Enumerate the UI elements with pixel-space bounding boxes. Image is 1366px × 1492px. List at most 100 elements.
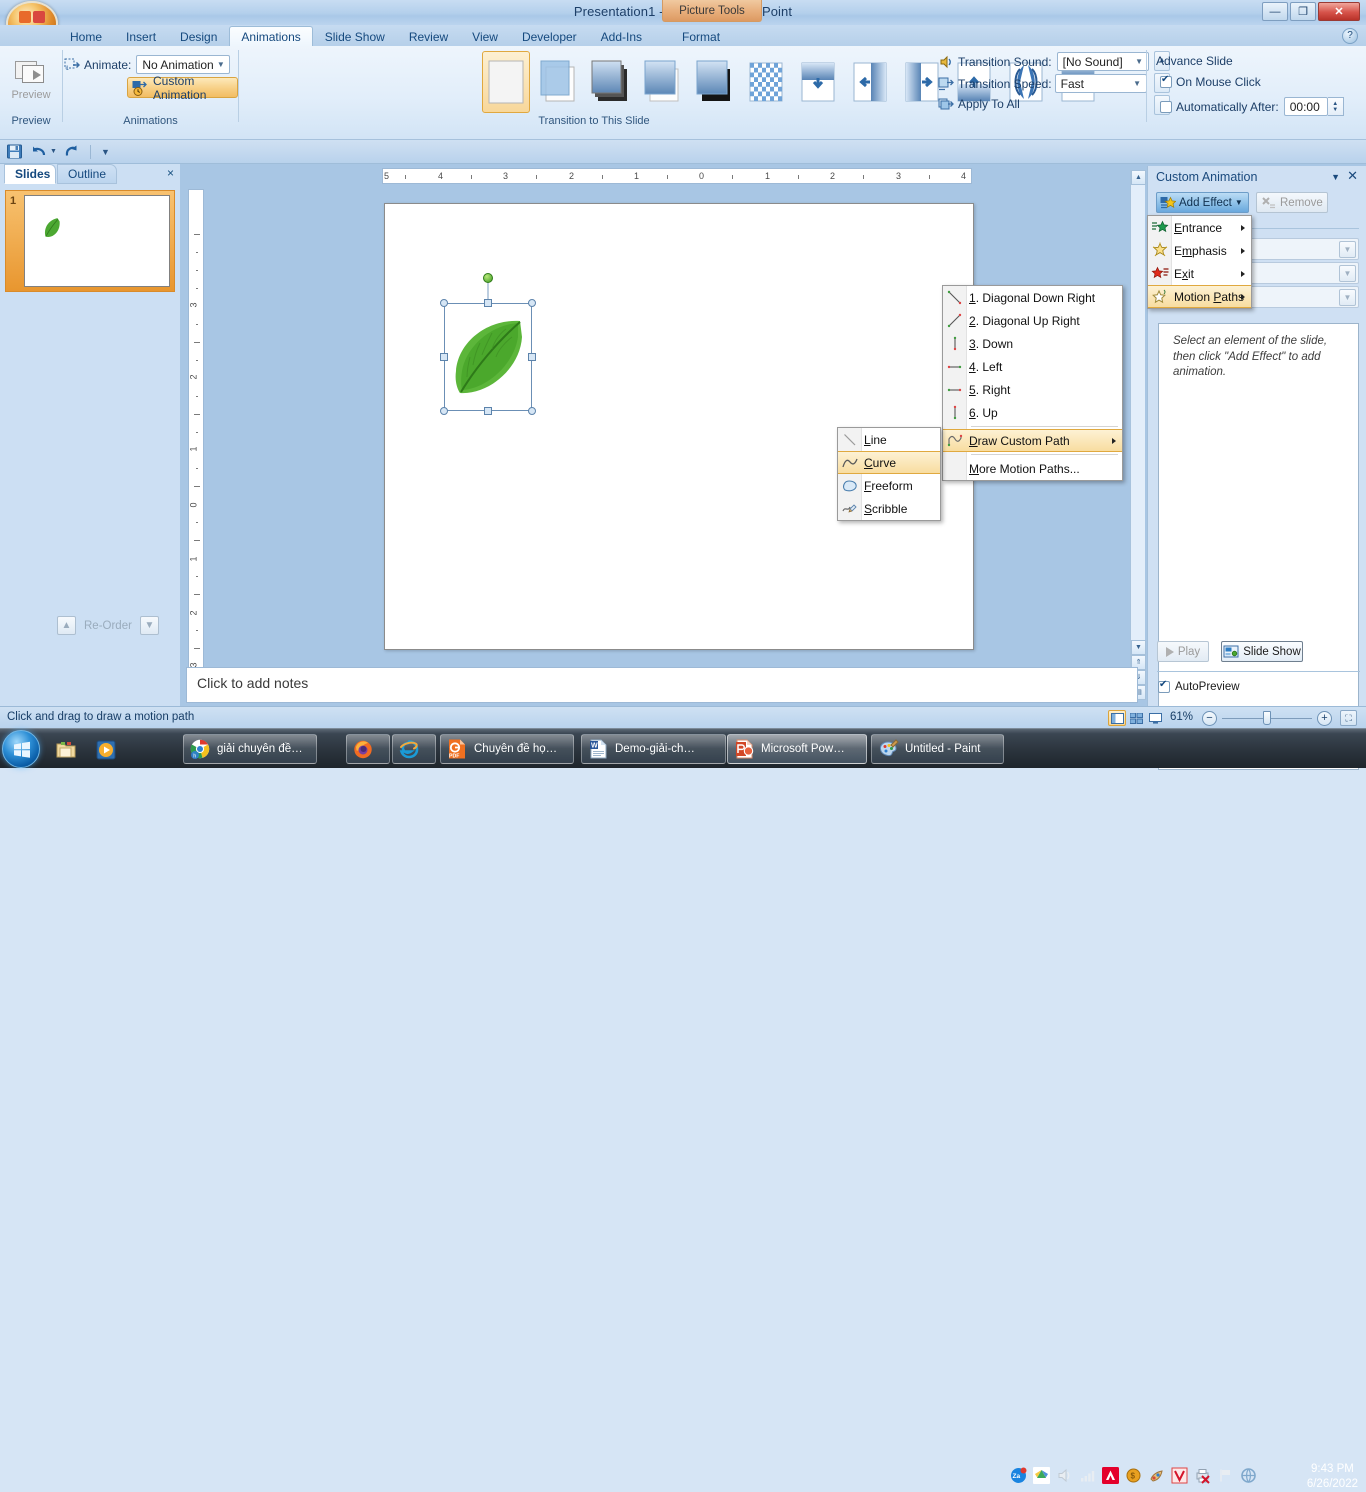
menu-item-scribble[interactable]: Scribble — [838, 497, 940, 520]
volume-icon[interactable] — [1056, 1467, 1073, 1484]
animation-list[interactable]: Select an element of the slide, then cli… — [1158, 323, 1359, 770]
taskbar-button-powerpoint[interactable]: Microsoft Pow… — [727, 734, 867, 764]
v-icon[interactable] — [1171, 1467, 1188, 1484]
on-mouse-click-row[interactable]: On Mouse Click — [1160, 74, 1261, 89]
reorder-up-button[interactable]: ▲ — [57, 616, 76, 635]
tab-review[interactable]: Review — [397, 26, 460, 47]
add-effect-button[interactable]: Add Effect ▼ — [1156, 192, 1249, 213]
autopreview-row[interactable]: AutoPreview — [1158, 679, 1240, 693]
notes-pane[interactable]: Click to add notes — [186, 667, 1138, 703]
slide-sorter-icon[interactable] — [1127, 710, 1145, 726]
taskbar-button-pdf[interactable]: PDF Chuyên đề họ… — [440, 734, 574, 764]
tab-animations[interactable]: Animations — [229, 26, 313, 47]
menu-item-curve[interactable]: Curve — [838, 451, 940, 474]
transition-speed-dropdown[interactable]: Fast ▼ — [1054, 74, 1147, 93]
menu-item-line[interactable]: Line — [838, 428, 940, 451]
transition-no-transition[interactable] — [482, 51, 530, 113]
main-vertical-scrollbar[interactable]: ▲ ▼ ⇑ ⇓ ▤ — [1130, 170, 1146, 700]
transition-blinds[interactable] — [534, 51, 582, 113]
menu-item-diagonal-down-right[interactable]: 1. Diagonal Down Right — [943, 286, 1122, 309]
resize-handle-e[interactable] — [528, 353, 536, 361]
tab-outline[interactable]: Outline — [57, 164, 117, 184]
menu-item-draw-custom-path[interactable]: Draw Custom Path — [943, 429, 1122, 452]
printer-error-icon[interactable] — [1194, 1467, 1211, 1484]
automatically-after-row[interactable]: Automatically After: 00:00 ▲ ▼ — [1160, 97, 1344, 116]
restore-button[interactable]: ❐ — [1290, 2, 1316, 21]
menu-item-diagonal-up-right[interactable]: 2. Diagonal Up Right — [943, 309, 1122, 332]
resize-handle-nw[interactable] — [440, 299, 448, 307]
unikey-icon[interactable] — [1148, 1467, 1165, 1484]
tab-slides[interactable]: Slides — [4, 164, 56, 184]
tab-format[interactable]: Format — [670, 26, 732, 47]
resize-handle-se[interactable] — [528, 407, 536, 415]
zalo-icon[interactable]: Za — [1010, 1467, 1027, 1484]
redo-icon[interactable] — [63, 143, 80, 160]
windows-explorer-quicklaunch-icon[interactable] — [55, 739, 77, 761]
menu-item-right[interactable]: 5. Right — [943, 378, 1122, 401]
menu-item-more-motion-paths[interactable]: More Motion Paths... — [943, 457, 1122, 480]
close-pane-icon[interactable]: × — [167, 166, 174, 180]
tab-developer[interactable]: Developer — [510, 26, 589, 47]
animate-dropdown[interactable]: No Animation ▼ — [136, 55, 231, 74]
google-drive-icon[interactable] — [1033, 1467, 1050, 1484]
zoom-in-button[interactable]: + — [1317, 710, 1332, 726]
taskbar-button-word[interactable]: W Demo-giải-ch… — [581, 734, 726, 764]
menu-item-freeform[interactable]: Freeform — [838, 474, 940, 497]
menu-item-down[interactable]: 3. Down — [943, 332, 1122, 355]
custom-animation-button[interactable]: Custom Animation — [127, 74, 238, 102]
transition-wipe[interactable] — [690, 51, 738, 113]
remove-button[interactable]: Remove — [1256, 192, 1328, 213]
tab-slide-show[interactable]: Slide Show — [313, 26, 397, 47]
transition-cover-left[interactable] — [846, 51, 894, 113]
task-pane-dropdown-icon[interactable]: ▼ — [1331, 172, 1340, 182]
menu-item-emphasis[interactable]: Emphasis — [1148, 239, 1251, 262]
transition-push-down[interactable] — [638, 51, 686, 113]
network-icon[interactable] — [1079, 1467, 1096, 1484]
scroll-up-button[interactable]: ▲ — [1131, 170, 1146, 185]
resize-handle-s[interactable] — [484, 407, 492, 415]
taskbar-button-internet-explorer[interactable] — [392, 734, 436, 764]
task-pane-close-icon[interactable]: ✕ — [1347, 168, 1358, 184]
resize-handle-ne[interactable] — [528, 299, 536, 307]
coin-icon[interactable]: $ — [1125, 1467, 1142, 1484]
tab-view[interactable]: View — [460, 26, 510, 47]
save-icon[interactable] — [6, 143, 23, 160]
zoom-slider[interactable]: − + — [1202, 710, 1332, 726]
menu-item-exit[interactable]: Exit — [1148, 262, 1251, 285]
resize-handle-w[interactable] — [440, 353, 448, 361]
play-button[interactable]: Play — [1157, 641, 1209, 662]
slide-thumbnail-1[interactable]: 1 — [5, 190, 175, 292]
avira-icon[interactable] — [1102, 1467, 1119, 1484]
transition-fade-black[interactable] — [586, 51, 634, 113]
media-player-quicklaunch-icon[interactable] — [95, 739, 117, 761]
rotation-handle[interactable] — [483, 273, 493, 283]
transition-cover-down[interactable] — [794, 51, 842, 113]
slide-show-view-icon[interactable] — [1146, 710, 1164, 726]
transition-sound-dropdown[interactable]: [No Sound] ▼ — [1056, 52, 1149, 71]
resize-handle-sw[interactable] — [440, 407, 448, 415]
minimize-button[interactable]: — — [1262, 2, 1288, 21]
close-button[interactable]: ✕ — [1318, 2, 1360, 21]
autopreview-checkbox[interactable] — [1158, 679, 1170, 693]
resize-handle-n[interactable] — [484, 299, 492, 307]
tab-design[interactable]: Design — [168, 26, 229, 47]
zoom-thumb[interactable] — [1263, 710, 1272, 725]
undo-chevron-icon[interactable]: ▼ — [50, 148, 57, 155]
tab-insert[interactable]: Insert — [114, 26, 168, 47]
on-mouse-click-checkbox[interactable] — [1160, 74, 1172, 88]
normal-view-icon[interactable] — [1108, 710, 1126, 726]
qat-customize-icon[interactable]: ▼ — [101, 147, 110, 157]
menu-item-entrance[interactable]: Entrance — [1148, 216, 1251, 239]
taskbar-button-firefox[interactable] — [346, 734, 390, 764]
slide-show-button[interactable]: Slide Show — [1221, 641, 1303, 662]
menu-item-motion-paths[interactable]: Motion Paths — [1148, 285, 1251, 308]
automatically-after-spinner[interactable]: ▲ ▼ — [1327, 97, 1344, 116]
fit-slide-to-window-icon[interactable]: ⛶ — [1340, 710, 1357, 726]
scroll-down-button[interactable]: ▼ — [1131, 640, 1146, 655]
transition-checkerboard[interactable] — [742, 51, 790, 113]
taskbar-button-chrome[interactable]: h giải chuyên đề… — [183, 734, 317, 764]
tab-home[interactable]: Home — [58, 26, 114, 47]
reorder-down-button[interactable]: ▼ — [139, 616, 159, 635]
clock[interactable]: 9:43 PM 6/26/2022 — [1307, 1462, 1358, 1492]
zoom-out-button[interactable]: − — [1202, 710, 1217, 726]
